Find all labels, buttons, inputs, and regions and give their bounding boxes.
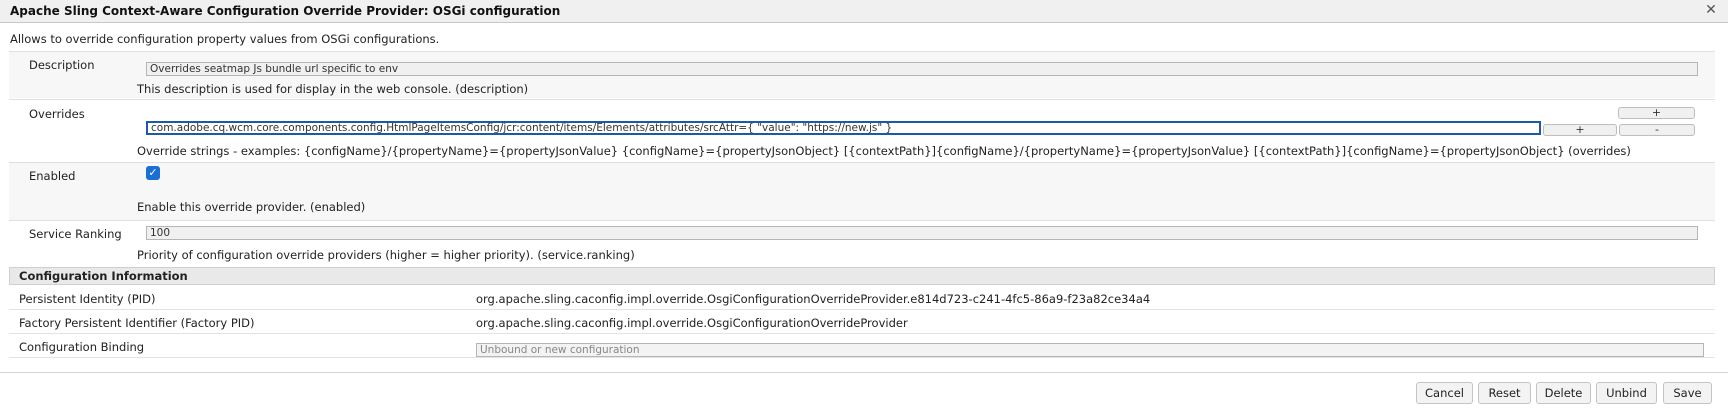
dialog-title: Apache Sling Context-Aware Configuration… [10, 4, 561, 18]
description-field[interactable]: Overrides seatmap Js bundle url specific… [146, 62, 1698, 76]
reset-button[interactable]: Reset [1478, 382, 1531, 404]
dialog-titlebar: Apache Sling Context-Aware Configuration… [0, 0, 1728, 23]
overrides-add-button[interactable]: + [1543, 124, 1617, 136]
pid-value: org.apache.sling.caconfig.impl.override.… [476, 292, 1151, 306]
enabled-label: Enabled [29, 169, 76, 183]
overrides-label: Overrides [29, 107, 85, 121]
configuration-binding-field[interactable]: Unbound or new configuration [476, 343, 1704, 357]
enabled-checkbox[interactable]: ✓ [146, 166, 160, 180]
overrides-help: Override strings - examples: {configName… [137, 144, 1631, 158]
service-ranking-field[interactable]: 100 [146, 226, 1698, 240]
delete-button[interactable]: Delete [1536, 382, 1591, 404]
service-ranking-help: Priority of configuration override provi… [137, 248, 635, 262]
overrides-add-top-button[interactable]: + [1618, 107, 1695, 119]
overrides-remove-button[interactable]: - [1619, 124, 1695, 136]
service-ranking-label: Service Ranking [29, 227, 122, 241]
factory-pid-label: Factory Persistent Identifier (Factory P… [19, 316, 255, 330]
close-icon[interactable]: ✕ [1702, 1, 1720, 19]
pid-row: Persistent Identity (PID) org.apache.sli… [9, 287, 1715, 310]
configuration-binding-label: Configuration Binding [19, 340, 145, 354]
footer-divider [0, 372, 1728, 373]
overrides-field[interactable]: com.adobe.cq.wcm.core.components.config.… [146, 121, 1541, 135]
factory-pid-value: org.apache.sling.caconfig.impl.override.… [476, 316, 908, 330]
dialog-subtitle: Allows to override configuration propert… [10, 32, 440, 46]
pid-label: Persistent Identity (PID) [19, 292, 156, 306]
description-help: This description is used for display in … [137, 82, 529, 96]
enabled-help: Enable this override provider. (enabled) [137, 200, 366, 214]
unbind-button[interactable]: Unbind [1596, 382, 1657, 404]
configuration-information-header: Configuration Information [9, 267, 1715, 285]
description-label: Description [29, 58, 95, 72]
cancel-button[interactable]: Cancel [1416, 382, 1473, 404]
save-button[interactable]: Save [1663, 382, 1712, 404]
factory-pid-row: Factory Persistent Identifier (Factory P… [9, 311, 1715, 334]
